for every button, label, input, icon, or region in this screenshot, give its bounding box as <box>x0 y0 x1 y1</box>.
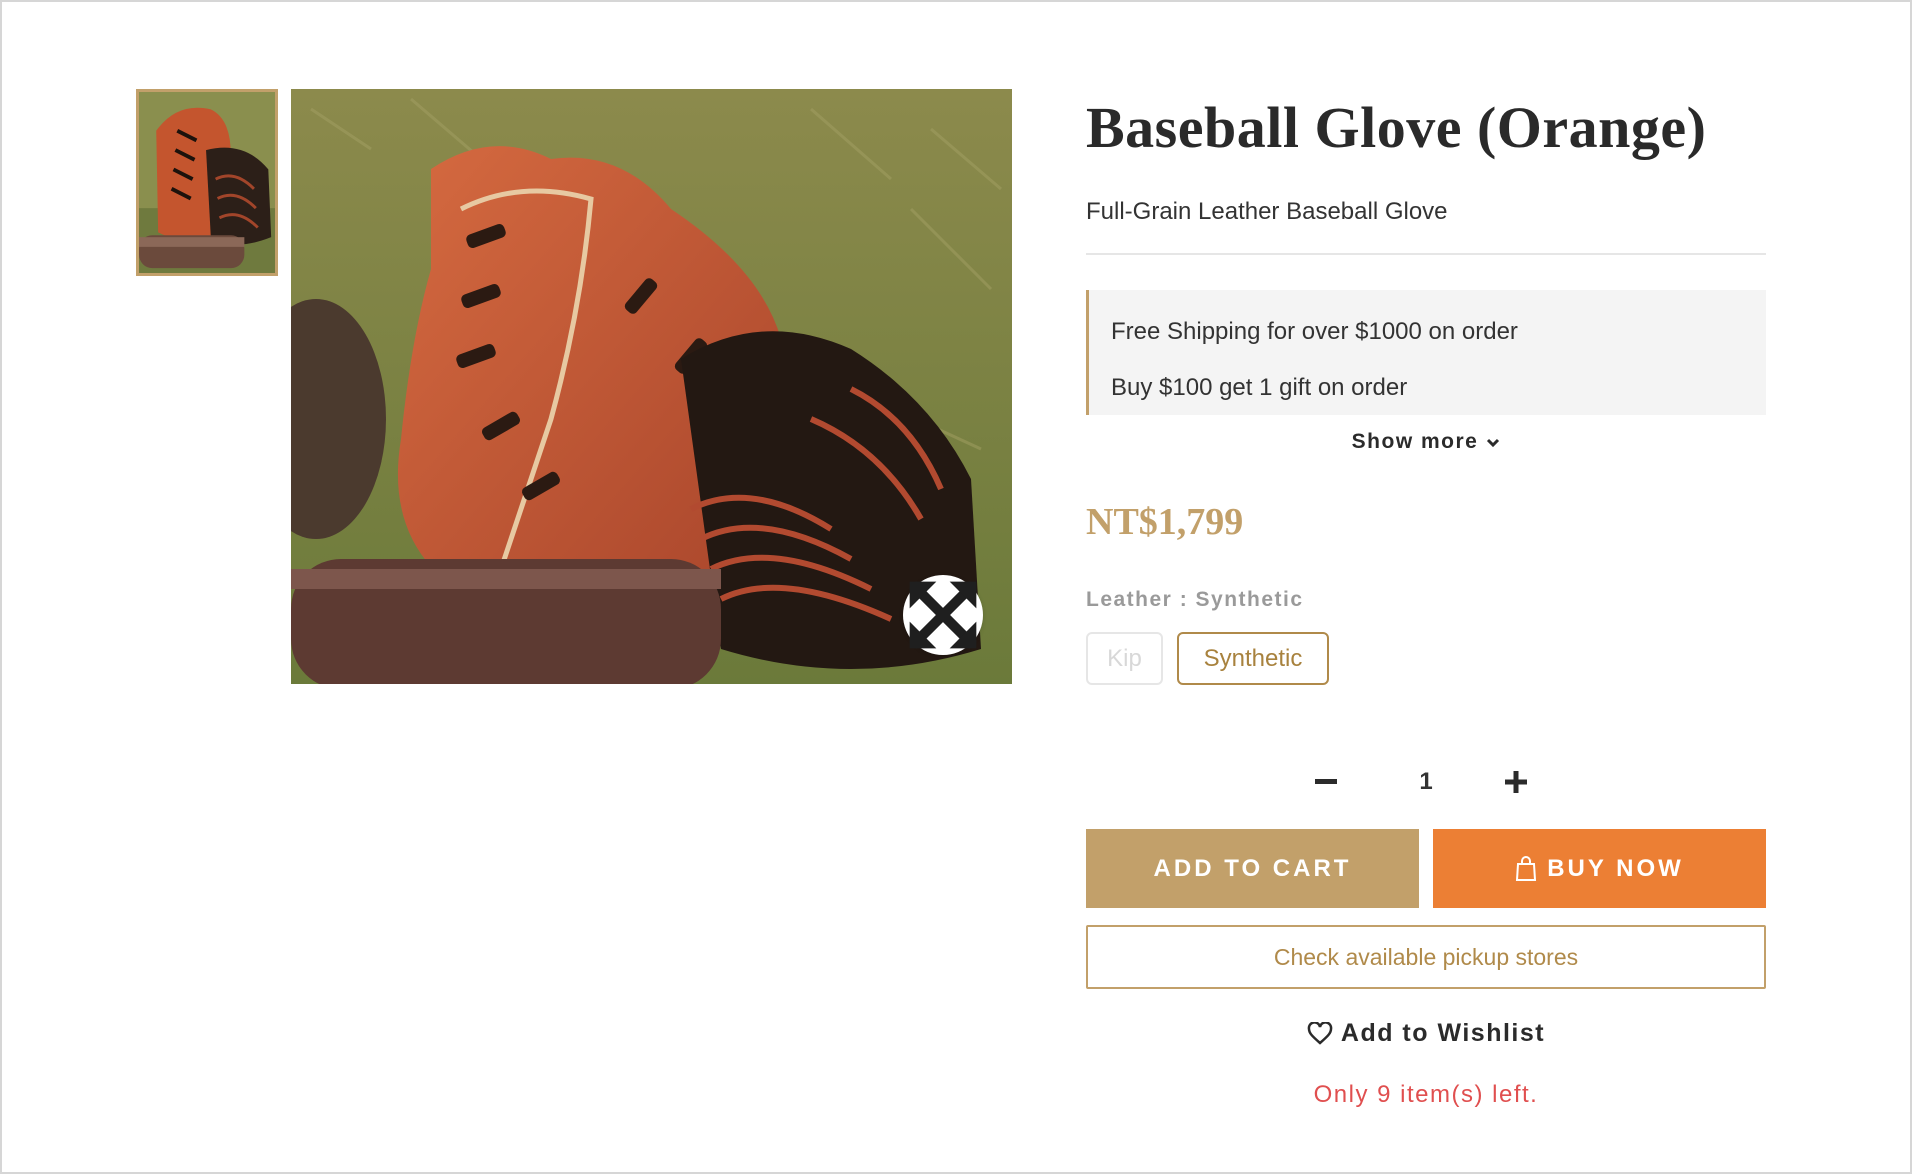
buy-now-label: BUY NOW <box>1547 854 1684 882</box>
buy-now-button[interactable]: BUY NOW <box>1433 829 1766 908</box>
add-to-wishlist-button[interactable]: Add to Wishlist <box>1086 1019 1766 1048</box>
wishlist-label: Add to Wishlist <box>1340 1019 1546 1047</box>
quantity-decrease-button[interactable] <box>1306 762 1346 802</box>
heart-outline-icon <box>1307 1021 1333 1046</box>
minus-icon <box>1315 779 1337 784</box>
page-frame: Baseball Glove (Orange) Full-Grain Leath… <box>0 0 1912 1174</box>
product-subtitle: Full-Grain Leather Baseball Glove <box>1086 198 1448 225</box>
promotions-box: Free Shipping for over $1000 on order Bu… <box>1086 290 1766 415</box>
product-thumbnail[interactable] <box>136 89 278 276</box>
variant-option-synthetic[interactable]: Synthetic <box>1177 632 1329 685</box>
glove-thumbnail-image <box>139 92 275 273</box>
shopping-bag-icon <box>1515 855 1537 882</box>
check-pickup-stores-button[interactable]: Check available pickup stores <box>1086 925 1766 989</box>
add-to-cart-button[interactable]: ADD TO CART <box>1086 829 1419 908</box>
promo-free-shipping: Free Shipping for over $1000 on order <box>1111 318 1518 345</box>
show-more-button[interactable]: Show more <box>1086 430 1766 454</box>
variant-label: Leather : Synthetic <box>1086 588 1304 611</box>
product-main-image <box>291 89 1012 684</box>
zoom-button[interactable] <box>903 575 983 655</box>
plus-icon <box>1505 771 1527 793</box>
divider <box>1086 253 1766 255</box>
show-more-label: Show more <box>1351 430 1479 453</box>
add-to-cart-label: ADD TO CART <box>1153 854 1352 882</box>
chevron-down-icon <box>1486 430 1500 454</box>
quantity-value[interactable]: 1 <box>1386 768 1466 796</box>
quantity-increase-button[interactable] <box>1496 762 1536 802</box>
variant-option-kip[interactable]: Kip <box>1086 632 1163 685</box>
promo-gift: Buy $100 get 1 gift on order <box>1111 374 1408 401</box>
stock-message: Only 9 item(s) left. <box>1313 1081 1539 1108</box>
quantity-stepper: 1 <box>1306 762 1566 802</box>
product-price: NT$1,799 <box>1086 501 1244 543</box>
expand-arrows-icon <box>909 581 977 649</box>
product-title: Baseball Glove (Orange) <box>1086 95 1707 160</box>
pickup-label: Check available pickup stores <box>1273 943 1579 970</box>
